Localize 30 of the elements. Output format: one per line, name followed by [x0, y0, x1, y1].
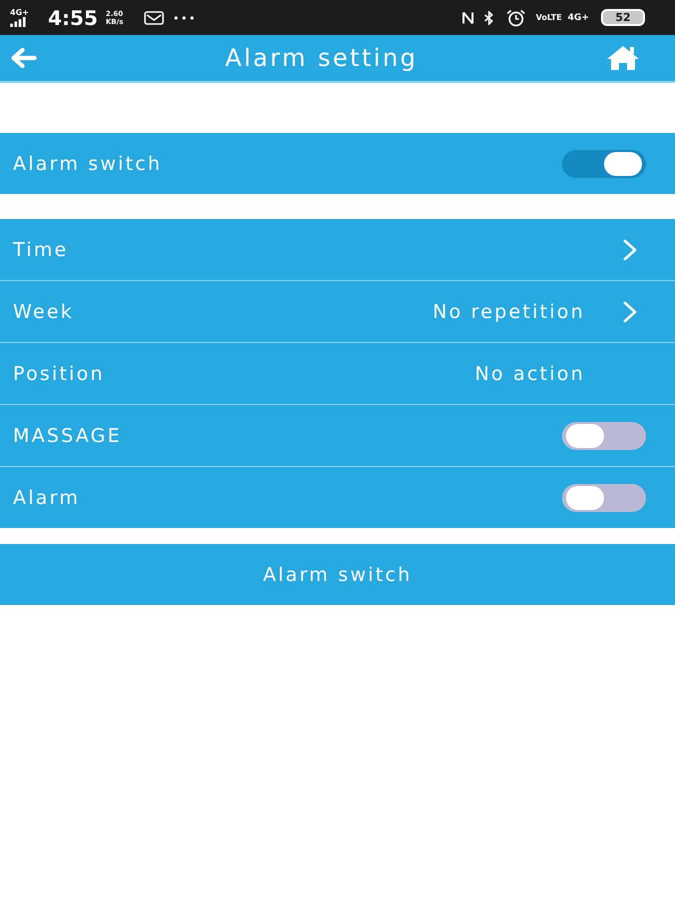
chevron-right-icon	[623, 238, 637, 260]
alarm-switch-button[interactable]: Alarm switch	[0, 544, 675, 605]
network-type: 4G+	[568, 12, 589, 22]
nfc-icon	[462, 10, 474, 24]
row-label: Position	[13, 362, 106, 384]
more-icon	[174, 16, 194, 20]
settings-row[interactable]: Week No repetition	[0, 281, 675, 343]
clock-time: 4:55	[48, 6, 98, 30]
battery-indicator: 52	[601, 9, 645, 26]
chevron-right-icon	[623, 300, 637, 322]
toggle-switch[interactable]	[562, 422, 646, 450]
alarm-clock-icon	[506, 8, 526, 26]
page-title: Alarm setting	[225, 44, 418, 72]
row-label: Alarm switch	[13, 152, 164, 174]
toggle-switch[interactable]	[562, 150, 646, 178]
mail-icon	[144, 10, 164, 24]
row-value: No action	[474, 362, 585, 384]
settings-row[interactable]: Time	[0, 219, 675, 281]
volte-indicator: VoLTE	[536, 13, 562, 22]
row-label: Time	[13, 238, 70, 260]
row-label: Alarm	[13, 486, 81, 508]
network-type: 4G+	[10, 8, 29, 17]
home-icon[interactable]	[606, 45, 640, 71]
toggle-switch[interactable]	[562, 484, 646, 512]
back-arrow-icon[interactable]	[10, 48, 37, 68]
row-value: No repetition	[432, 300, 585, 322]
row-label: MASSAGE	[13, 424, 123, 446]
row-label: Week	[13, 300, 75, 322]
bluetooth-icon	[484, 10, 494, 24]
signal-icon	[10, 17, 26, 27]
